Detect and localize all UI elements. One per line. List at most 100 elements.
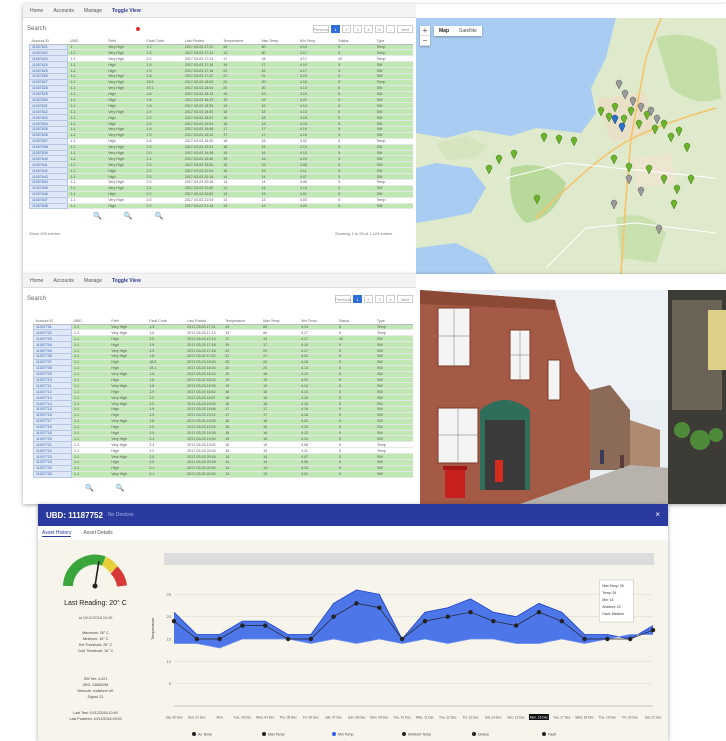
page-next[interactable]: Next <box>397 25 413 33</box>
zoom-out-button[interactable]: − <box>420 36 430 46</box>
tab-asset-details[interactable]: Asset Details <box>83 530 112 537</box>
zoom-search-icon[interactable]: 🔍 <box>93 212 102 220</box>
close-icon[interactable]: × <box>655 510 660 519</box>
map-canvas[interactable] <box>416 18 726 274</box>
account-id-link[interactable]: 11007726 <box>33 470 72 478</box>
info-signal: Signal: 21 <box>87 695 104 699</box>
data-point[interactable] <box>399 636 405 642</box>
legend-item[interactable]: Device <box>478 733 489 737</box>
legend-marker <box>262 732 266 736</box>
top-nav: Home Accounts Manage Toggle View <box>23 274 416 288</box>
nav-home[interactable]: Home <box>27 7 46 14</box>
zoom-search-icon[interactable]: 🔍 <box>154 212 163 220</box>
legend-marker <box>472 732 476 736</box>
page-prev[interactable]: Previous <box>335 295 351 303</box>
street-view[interactable] <box>420 290 726 504</box>
page-1[interactable]: 1 <box>353 295 362 303</box>
data-point[interactable] <box>468 610 473 615</box>
page-3[interactable]: 3 <box>353 25 362 33</box>
search-label[interactable]: Search <box>27 296 46 302</box>
page-next[interactable]: Next <box>397 295 413 303</box>
zoom-search-icon[interactable]: 🔍 <box>124 212 133 220</box>
account-id-link[interactable]: 11007648 <box>28 202 69 210</box>
legend-item[interactable]: Min Temp <box>338 733 354 737</box>
tooltip-line: Fault: Medium <box>602 612 624 616</box>
data-point[interactable] <box>513 623 519 628</box>
legend-item[interactable]: Max Temp <box>268 733 285 737</box>
data-point[interactable] <box>217 636 222 642</box>
modal-header: UBD: 11187752 No Devices × <box>38 504 668 526</box>
data-point[interactable] <box>491 618 496 624</box>
x-tick-label: Sat, 21 Dec <box>645 716 662 720</box>
x-tick-label: Tue, 10 Dec <box>393 716 411 720</box>
zoom-search-icon[interactable]: 🔍 <box>116 484 125 492</box>
page-4[interactable]: 4 <box>386 295 395 303</box>
data-point[interactable] <box>536 610 542 615</box>
data-point[interactable] <box>377 605 382 610</box>
data-point[interactable] <box>582 636 587 642</box>
data-point[interactable] <box>354 601 359 606</box>
data-point[interactable] <box>331 614 336 619</box>
last-reading: Last Reading: 20° C <box>64 600 127 607</box>
data-point[interactable] <box>559 618 564 624</box>
temperature-chart[interactable]: 5 10 15 20 25 Sat, 30 Nov Sun, 01 Dec Mon Tue, 0… <box>148 550 668 741</box>
data-point[interactable] <box>263 623 268 628</box>
legend-item[interactable]: Ac Temp <box>198 733 212 737</box>
table-cell: 2017-03-03 21:16 <box>182 203 222 210</box>
data-point[interactable] <box>605 636 610 642</box>
x-tick-label: Fri, 13 Dec <box>463 716 479 720</box>
map-tab-map[interactable]: Map <box>434 26 454 36</box>
data-point[interactable] <box>285 636 291 642</box>
x-tick-label: Sat, 30 Nov <box>166 716 183 720</box>
data-point[interactable] <box>171 618 177 624</box>
page-2[interactable]: 2 <box>364 295 373 303</box>
data-point[interactable] <box>422 618 428 624</box>
nav-accounts[interactable]: Accounts <box>50 277 77 284</box>
top-nav: Home Accounts Manage Toggle View <box>23 4 416 18</box>
data-point[interactable] <box>445 614 450 619</box>
tab-asset-history[interactable]: Asset History <box>42 530 72 537</box>
data-point[interactable] <box>650 627 656 633</box>
nav-toggle-view[interactable]: Toggle View <box>109 277 144 284</box>
legend-item[interactable]: Fault <box>548 733 556 737</box>
x-tick-label: Wed, 11 Dec <box>416 716 435 720</box>
table-cell: High <box>106 203 145 210</box>
legend-item[interactable]: Ambient Temp <box>408 733 431 737</box>
zoom-search-icon[interactable]: 🔍 <box>85 484 94 492</box>
data-point[interactable] <box>194 636 200 642</box>
street-view-photo <box>420 290 726 504</box>
search-label[interactable]: Search <box>27 26 46 32</box>
map-tab-satellite[interactable]: Satellite <box>454 26 482 36</box>
tooltip-line: Ambient: 22 <box>602 605 620 609</box>
tooltip-line: Max Temp: 26 <box>602 584 623 588</box>
pagination: Previous 1 2 3 4 Next <box>335 295 413 303</box>
x-tick-label: Wed, 04 Dec <box>256 716 275 720</box>
table-row[interactable]: 11007648 1-1 High 2.2 2017-03-03 21:16 13 13 4.… <box>28 202 413 210</box>
data-point[interactable] <box>240 623 245 628</box>
nav-manage[interactable]: Manage <box>81 7 105 14</box>
nav-accounts[interactable]: Accounts <box>50 7 77 14</box>
nav-manage[interactable]: Manage <box>81 277 105 284</box>
zoom-in-button[interactable]: + <box>420 26 430 36</box>
page-prev[interactable]: Previous <box>313 25 329 33</box>
page-4[interactable]: 4 <box>364 25 373 33</box>
page-2[interactable]: 2 <box>342 25 351 33</box>
x-tick-label: Sun, 15 Dec <box>507 716 525 720</box>
entries-selector[interactable]: Show 100 entries <box>29 231 60 236</box>
y-axis-label: Temperature <box>150 617 155 640</box>
nav-home[interactable]: Home <box>27 277 46 284</box>
data-point[interactable] <box>627 636 633 642</box>
page-1[interactable]: 1 <box>331 25 340 33</box>
table-cell: 1-1 <box>71 471 110 478</box>
page-5[interactable]: 5 <box>375 25 384 33</box>
x-tick-label: Thu, 12 Dec <box>439 716 457 720</box>
data-point[interactable] <box>308 636 314 642</box>
page-3[interactable]: 3 <box>375 295 384 303</box>
legend-marker <box>402 732 406 736</box>
nav-toggle-view[interactable]: Toggle View <box>109 7 144 14</box>
x-tick-label: Fri, 20 Dec <box>622 716 638 720</box>
asset-history-modal: UBD: 11187752 No Devices × Asset History… <box>38 504 668 741</box>
map-view[interactable]: + − Map Satellite <box>416 18 726 274</box>
table-row[interactable]: 11007726 1-1 Very High 2.1 2017-03-03 20:52 1… <box>33 470 413 478</box>
range-navigator[interactable] <box>164 553 654 565</box>
